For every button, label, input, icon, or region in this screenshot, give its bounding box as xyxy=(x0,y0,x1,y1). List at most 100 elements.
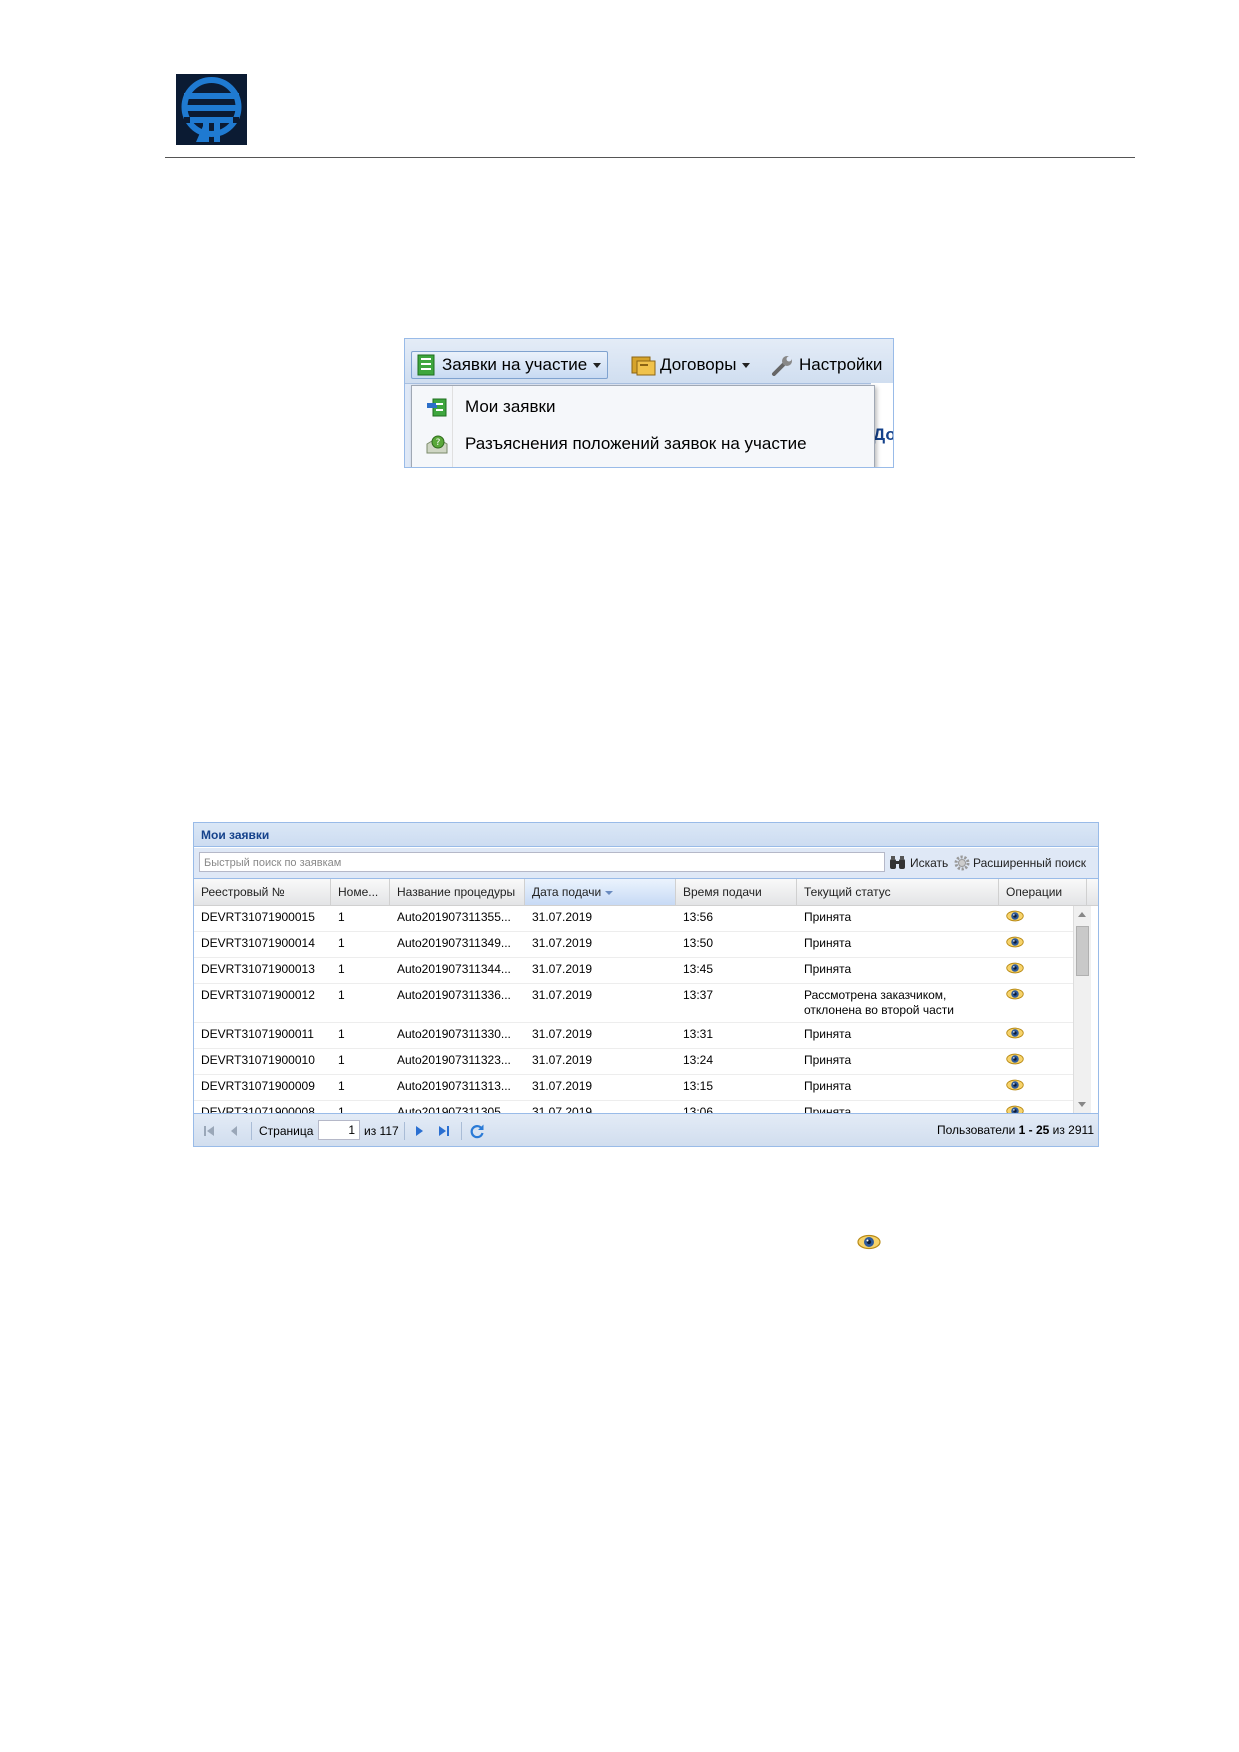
cell-submission-date: 31.07.2019 xyxy=(532,1079,593,1093)
dropdown-item-clarifications[interactable]: ? Разъяснения положений заявок на участи… xyxy=(412,426,874,462)
next-page-icon xyxy=(416,1126,423,1136)
paging-status: Пользователи 1 - 25 из 2911 xyxy=(937,1123,1094,1137)
view-eye-icon xyxy=(857,1234,881,1250)
first-page-button[interactable] xyxy=(202,1123,216,1139)
cell-submission-time: 13:50 xyxy=(683,936,714,950)
view-eye-icon[interactable] xyxy=(1006,910,1024,922)
view-eye-icon[interactable] xyxy=(1006,1027,1024,1039)
column-header-submission-time[interactable]: Время подачи xyxy=(676,879,797,905)
table-row[interactable]: DEVRT31071900009 1 Auto201907311313... 31.0… xyxy=(194,1075,1076,1101)
cell-submission-time: 13:37 xyxy=(683,988,714,1002)
cell-procedure-name: Auto201907311323... xyxy=(397,1053,511,1067)
sort-descending-icon xyxy=(605,890,614,895)
company-logo xyxy=(176,74,247,145)
cell-registry-number: DEVRT31071900009 xyxy=(201,1079,315,1093)
refresh-button[interactable] xyxy=(469,1123,485,1139)
cell-submission-time: 13:56 xyxy=(683,910,714,924)
cell-registry-number: DEVRT31071900008 xyxy=(201,1105,315,1113)
cell-procedure-name: Auto201907311313... xyxy=(397,1079,511,1093)
cell-submission-date: 31.07.2019 xyxy=(532,988,593,1002)
grid-scrollbar[interactable] xyxy=(1073,906,1091,1113)
cell-submission-date: 31.07.2019 xyxy=(532,936,593,950)
cell-status: Принята xyxy=(804,962,852,976)
cell-submission-date: 31.07.2019 xyxy=(532,1053,593,1067)
page-number-input[interactable]: 1 xyxy=(318,1120,360,1140)
prev-page-button[interactable] xyxy=(228,1123,240,1139)
column-header-registry-number[interactable]: Реестровый № xyxy=(194,879,331,905)
view-eye-icon[interactable] xyxy=(1006,1105,1024,1113)
cell-submission-date: 31.07.2019 xyxy=(532,1105,593,1113)
table-row[interactable]: DEVRT31071900010 1 Auto201907311323... 31.0… xyxy=(194,1049,1076,1075)
cell-number: 1 xyxy=(338,1079,345,1093)
view-eye-icon[interactable] xyxy=(1006,936,1024,948)
scroll-down-icon[interactable] xyxy=(1078,1102,1086,1107)
status-suffix: из 2911 xyxy=(1049,1123,1094,1137)
cell-procedure-name: Auto201907311344... xyxy=(397,962,511,976)
menu-screenshot: Заявки на участие Договоры Настройки До xyxy=(404,338,894,468)
paging-separator xyxy=(404,1122,405,1140)
cell-procedure-name: Auto201907311330... xyxy=(397,1027,511,1041)
applications-dropdown: Мои заявки ? Разъяснения положений заяво… xyxy=(411,385,875,467)
table-row[interactable]: DEVRT31071900013 1 Auto201907311344... 31.0… xyxy=(194,958,1076,984)
search-button[interactable]: Искать xyxy=(889,853,948,873)
menu-applications-button[interactable]: Заявки на участие xyxy=(411,351,609,379)
table-row[interactable]: DEVRT31071900015 1 Auto201907311355... 31.0… xyxy=(194,906,1076,932)
gear-icon xyxy=(954,855,970,871)
prev-page-icon xyxy=(231,1126,237,1136)
menu-bar: Заявки на участие Договоры Настройки xyxy=(405,339,893,384)
cell-registry-number: DEVRT31071900010 xyxy=(201,1053,315,1067)
status-range: 1 - 25 xyxy=(1018,1123,1050,1137)
cell-number: 1 xyxy=(338,936,345,950)
dropdown-item-my-applications[interactable]: Мои заявки xyxy=(412,389,874,425)
table-row[interactable]: DEVRT31071900012 1 Auto201907311336... 31.0… xyxy=(194,984,1076,1023)
first-page-icon xyxy=(204,1126,214,1136)
cell-submission-date: 31.07.2019 xyxy=(532,910,593,924)
grid-title: Мои заявки xyxy=(194,823,1098,847)
cell-status: Принята xyxy=(804,1053,852,1067)
header-divider xyxy=(165,157,1135,158)
table-row[interactable]: DEVRT31071900014 1 Auto201907311349... 31.0… xyxy=(194,932,1076,958)
cell-registry-number: DEVRT31071900011 xyxy=(201,1027,314,1041)
next-page-button[interactable] xyxy=(413,1123,425,1139)
table-row[interactable]: DEVRT31071900008 1 Auto201907311305... 31.0… xyxy=(194,1101,1076,1113)
wrench-icon xyxy=(772,356,792,376)
quick-search-input[interactable]: Быстрый поиск по заявкам xyxy=(199,852,885,872)
table-row[interactable]: DEVRT31071900011 1 Auto201907311330... 31.0… xyxy=(194,1023,1076,1049)
cell-number: 1 xyxy=(338,1105,345,1113)
advanced-search-label: Расширенный поиск xyxy=(973,856,1086,870)
cell-submission-time: 13:15 xyxy=(683,1079,714,1093)
column-header-procedure-name[interactable]: Название процедуры xyxy=(390,879,525,905)
cell-number: 1 xyxy=(338,1053,345,1067)
chevron-down-icon xyxy=(593,362,602,368)
view-eye-icon[interactable] xyxy=(1006,988,1024,1000)
column-header-label: Дата подачи xyxy=(532,885,602,899)
last-page-button[interactable] xyxy=(437,1123,451,1139)
cell-submission-time: 13:45 xyxy=(683,962,714,976)
applications-grid-screenshot: Мои заявки Быстрый поиск по заявкам Иска… xyxy=(193,822,1099,1147)
menu-settings-button[interactable]: Настройки xyxy=(771,351,882,379)
cell-status: Рассмотрена заказчиком, отклонена во вто… xyxy=(804,988,954,1017)
cell-status: Принята xyxy=(804,1027,852,1041)
cell-number: 1 xyxy=(338,1027,345,1041)
paging-separator xyxy=(251,1122,252,1140)
advanced-search-button[interactable]: Расширенный поиск xyxy=(954,853,1086,873)
dropdown-item-label: Разъяснения положений заявок на участие xyxy=(465,434,807,453)
view-eye-icon[interactable] xyxy=(1006,1053,1024,1065)
column-header-submission-date[interactable]: Дата подачи xyxy=(525,879,676,905)
menu-applications-label: Заявки на участие xyxy=(442,355,588,374)
page-label: Страница xyxy=(259,1124,314,1138)
column-header-operations[interactable]: Операции xyxy=(999,879,1087,905)
cell-status: Принята xyxy=(804,910,852,924)
scroll-up-icon[interactable] xyxy=(1078,912,1086,917)
scroll-thumb[interactable] xyxy=(1076,926,1089,976)
column-header-current-status[interactable]: Текущий статус xyxy=(797,879,999,905)
menu-contracts-button[interactable]: Договоры xyxy=(631,351,751,379)
cell-status: Принята xyxy=(804,1105,852,1113)
view-eye-icon[interactable] xyxy=(1006,1079,1024,1091)
grid-body: DEVRT31071900015 1 Auto201907311355... 31.0… xyxy=(194,906,1076,1113)
cell-submission-time: 13:24 xyxy=(683,1053,714,1067)
status-prefix: Пользователи xyxy=(936,1123,1019,1137)
cell-registry-number: DEVRT31071900015 xyxy=(201,910,315,924)
column-header-number[interactable]: Номе... xyxy=(331,879,390,905)
view-eye-icon[interactable] xyxy=(1006,962,1024,974)
